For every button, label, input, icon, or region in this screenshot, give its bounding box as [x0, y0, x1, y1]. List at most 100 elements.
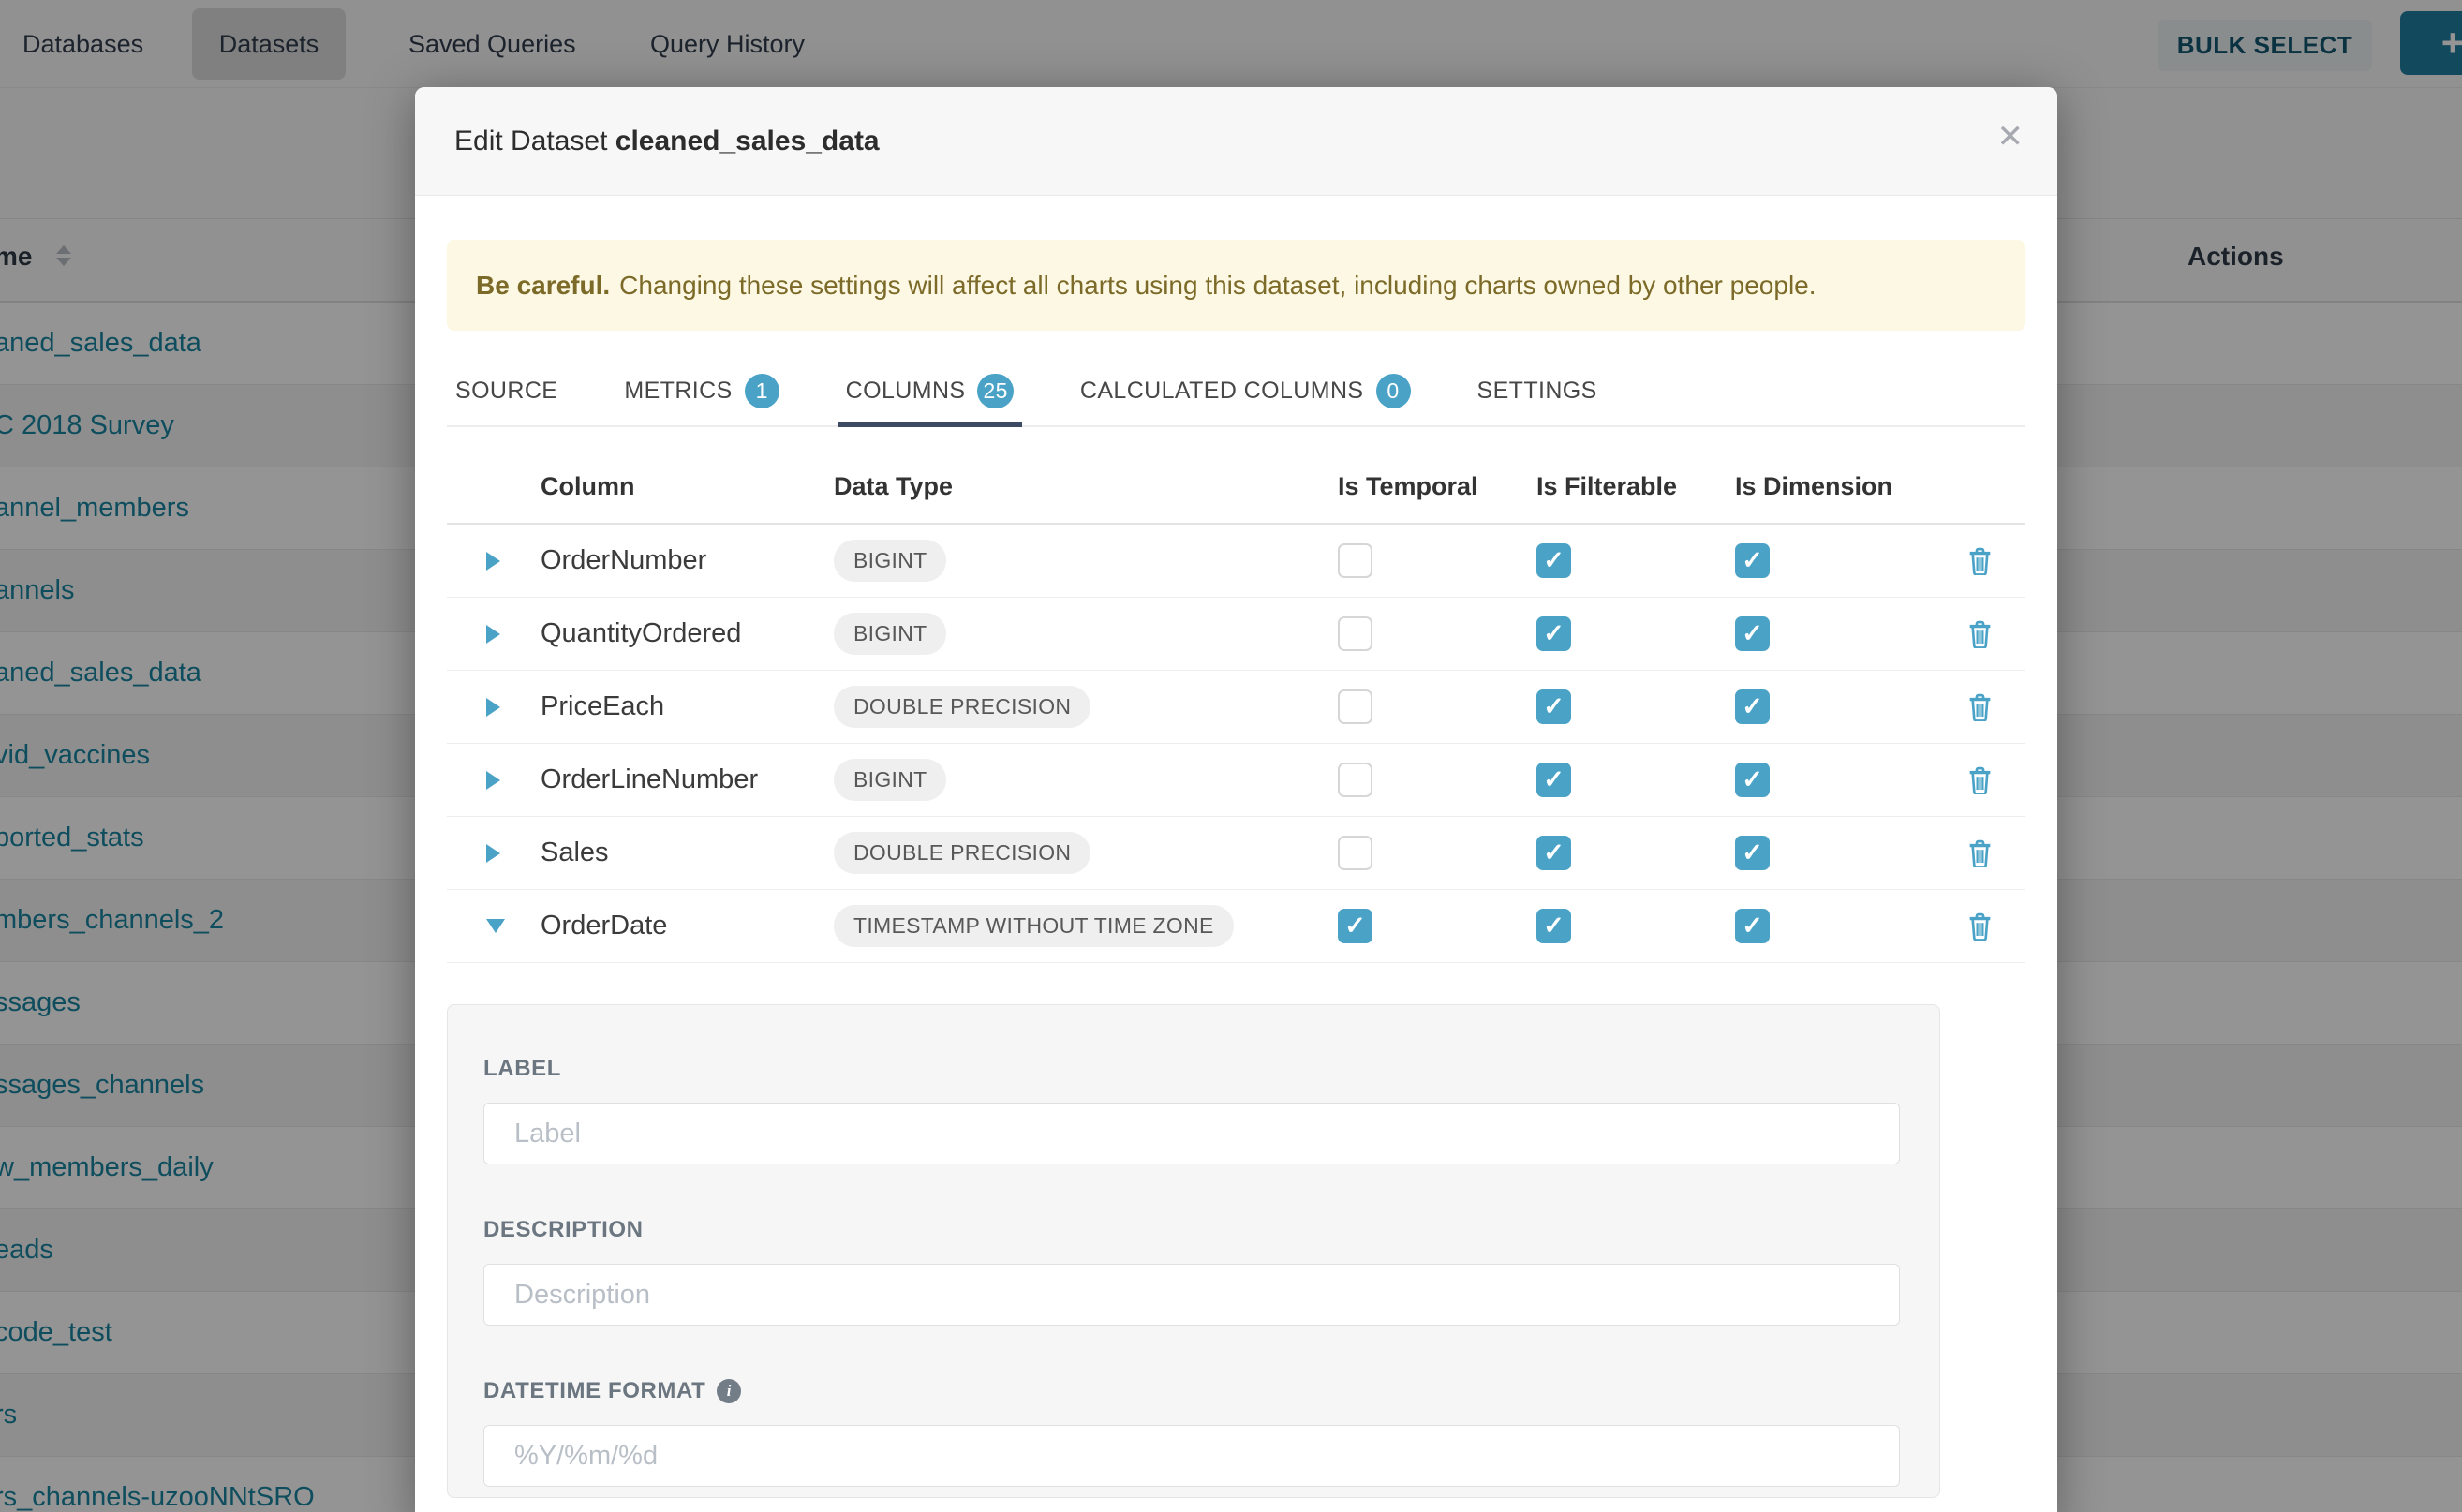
column-row: OrderLineNumber BIGINT ✓ ✓ ✓	[447, 744, 2025, 817]
delete-column-button[interactable]	[1967, 546, 1993, 575]
data-type-pill: BIGINT	[834, 759, 946, 801]
tab-metrics[interactable]: METRICS 1	[616, 356, 787, 425]
tab-label: METRICS	[624, 378, 732, 405]
label-input[interactable]	[483, 1103, 1900, 1164]
check-icon: ✓	[1742, 621, 1763, 646]
trash-icon	[1967, 838, 1993, 867]
modal-title: Edit Dataset cleaned_sales_data	[454, 126, 880, 157]
check-icon: ✓	[1742, 840, 1763, 866]
datetime-format-input[interactable]	[483, 1425, 1900, 1487]
modal-header: Edit Dataset cleaned_sales_data ✕	[415, 87, 2057, 196]
is-dimension-checkbox[interactable]: ✓	[1735, 689, 1770, 724]
check-icon: ✓	[1742, 694, 1763, 719]
label-field-label: LABEL	[483, 1056, 1898, 1082]
is-filterable-checkbox[interactable]: ✓	[1536, 836, 1571, 870]
delete-column-button[interactable]	[1967, 619, 1993, 648]
delete-column-button[interactable]	[1967, 838, 1993, 867]
modal-body: Be careful.Changing these settings will …	[415, 240, 2057, 1498]
columns-count-badge: 25	[977, 374, 1013, 408]
is-temporal-checkbox[interactable]: ✓	[1338, 689, 1372, 724]
check-icon: ✓	[1742, 767, 1763, 793]
column-name: OrderDate	[541, 911, 834, 941]
tab-calculated-columns[interactable]: CALCULATED COLUMNS0	[1072, 356, 1419, 425]
delete-column-button[interactable]	[1967, 692, 1993, 721]
is-filterable-checkbox[interactable]: ✓	[1536, 616, 1571, 651]
is-filterable-checkbox[interactable]: ✓	[1536, 763, 1571, 797]
tab-columns[interactable]: COLUMNS 25	[838, 356, 1022, 425]
is-filterable-checkbox[interactable]: ✓	[1536, 543, 1571, 578]
page-root: Databases Datasets Saved Queries Query H…	[0, 0, 2462, 1512]
is-filterable-header: Is Filterable	[1536, 472, 1735, 501]
is-dimension-checkbox[interactable]: ✓	[1735, 836, 1770, 870]
column-row: OrderNumber BIGINT ✓ ✓ ✓	[447, 525, 2025, 598]
warning-text: Changing these settings will affect all …	[619, 271, 1816, 300]
check-icon: ✓	[1543, 621, 1565, 646]
column-row: PriceEach DOUBLE PRECISION ✓ ✓ ✓	[447, 671, 2025, 744]
trash-icon	[1967, 912, 1993, 941]
datetime-format-field-label: DATETIME FORMATi	[483, 1378, 1898, 1404]
check-icon: ✓	[1543, 694, 1565, 719]
is-temporal-header: Is Temporal	[1338, 472, 1536, 501]
is-dimension-checkbox[interactable]: ✓	[1735, 763, 1770, 797]
expand-caret-icon[interactable]	[486, 844, 500, 863]
check-icon: ✓	[1742, 913, 1763, 939]
tab-label: SETTINGS	[1477, 378, 1597, 405]
is-filterable-checkbox[interactable]: ✓	[1536, 689, 1571, 724]
delete-column-button[interactable]	[1967, 765, 1993, 794]
tab-label: CALCULATED COLUMNS	[1080, 378, 1364, 405]
description-field-label: DESCRIPTION	[483, 1217, 1898, 1243]
column-row: QuantityOrdered BIGINT ✓ ✓ ✓	[447, 598, 2025, 671]
columns-table-header: Column Data Type Is Temporal Is Filterab…	[447, 427, 2025, 525]
tab-label: SOURCE	[455, 378, 557, 405]
column-name: Sales	[541, 838, 834, 868]
modal-tabs: SOURCE METRICS 1 COLUMNS 25 CALCULATED COL…	[447, 356, 2025, 427]
is-temporal-checkbox[interactable]: ✓	[1338, 616, 1372, 651]
expand-caret-icon[interactable]	[486, 552, 500, 571]
collapse-caret-icon[interactable]	[486, 919, 505, 933]
metrics-count-badge: 1	[745, 374, 779, 408]
data-type-header: Data Type	[834, 472, 1338, 501]
column-name: PriceEach	[541, 691, 834, 722]
check-icon: ✓	[1742, 548, 1763, 573]
data-type-pill: BIGINT	[834, 540, 946, 582]
label-field-group: LABEL	[483, 1056, 1898, 1164]
modal-title-dataset-name: cleaned_sales_data	[616, 126, 880, 156]
trash-icon	[1967, 546, 1993, 575]
expand-caret-icon[interactable]	[486, 625, 500, 644]
column-name: OrderNumber	[541, 545, 834, 576]
description-input[interactable]	[483, 1264, 1900, 1326]
is-filterable-checkbox[interactable]: ✓	[1536, 909, 1571, 943]
column-row: OrderDate TIMESTAMP WITHOUT TIME ZONE ✓ …	[447, 890, 2025, 963]
datetime-format-field-group: DATETIME FORMATi	[483, 1378, 1898, 1487]
expand-caret-icon[interactable]	[486, 771, 500, 790]
trash-icon	[1967, 619, 1993, 648]
tab-settings[interactable]: SETTINGS	[1469, 356, 1606, 425]
data-type-pill: DOUBLE PRECISION	[834, 832, 1090, 874]
column-detail-panel: LABEL DESCRIPTION DATETIME FORMATi	[447, 1004, 1940, 1498]
edit-dataset-modal: Edit Dataset cleaned_sales_data ✕ Be car…	[415, 87, 2057, 1512]
is-dimension-checkbox[interactable]: ✓	[1735, 543, 1770, 578]
info-icon[interactable]: i	[717, 1379, 741, 1403]
check-icon: ✓	[1543, 767, 1565, 793]
column-header: Column	[541, 472, 834, 501]
is-temporal-checkbox[interactable]: ✓	[1338, 543, 1372, 578]
warning-banner: Be careful.Changing these settings will …	[447, 240, 2025, 331]
is-temporal-checkbox[interactable]: ✓	[1338, 836, 1372, 870]
description-field-group: DESCRIPTION	[483, 1217, 1898, 1326]
close-icon[interactable]: ✕	[1997, 121, 2024, 153]
expand-caret-icon[interactable]	[486, 698, 500, 717]
modal-title-prefix: Edit Dataset	[454, 126, 607, 156]
tab-source[interactable]: SOURCE	[447, 356, 566, 425]
is-dimension-checkbox[interactable]: ✓	[1735, 909, 1770, 943]
data-type-pill: BIGINT	[834, 613, 946, 655]
is-temporal-checkbox[interactable]: ✓	[1338, 763, 1372, 797]
check-icon: ✓	[1543, 913, 1565, 939]
trash-icon	[1967, 692, 1993, 721]
is-dimension-checkbox[interactable]: ✓	[1735, 616, 1770, 651]
is-temporal-checkbox[interactable]: ✓	[1338, 909, 1372, 943]
column-name: OrderLineNumber	[541, 764, 834, 795]
tab-label: COLUMNS	[846, 378, 966, 405]
is-dimension-header: Is Dimension	[1735, 472, 1934, 501]
data-type-pill: TIMESTAMP WITHOUT TIME ZONE	[834, 905, 1234, 947]
delete-column-button[interactable]	[1967, 912, 1993, 941]
